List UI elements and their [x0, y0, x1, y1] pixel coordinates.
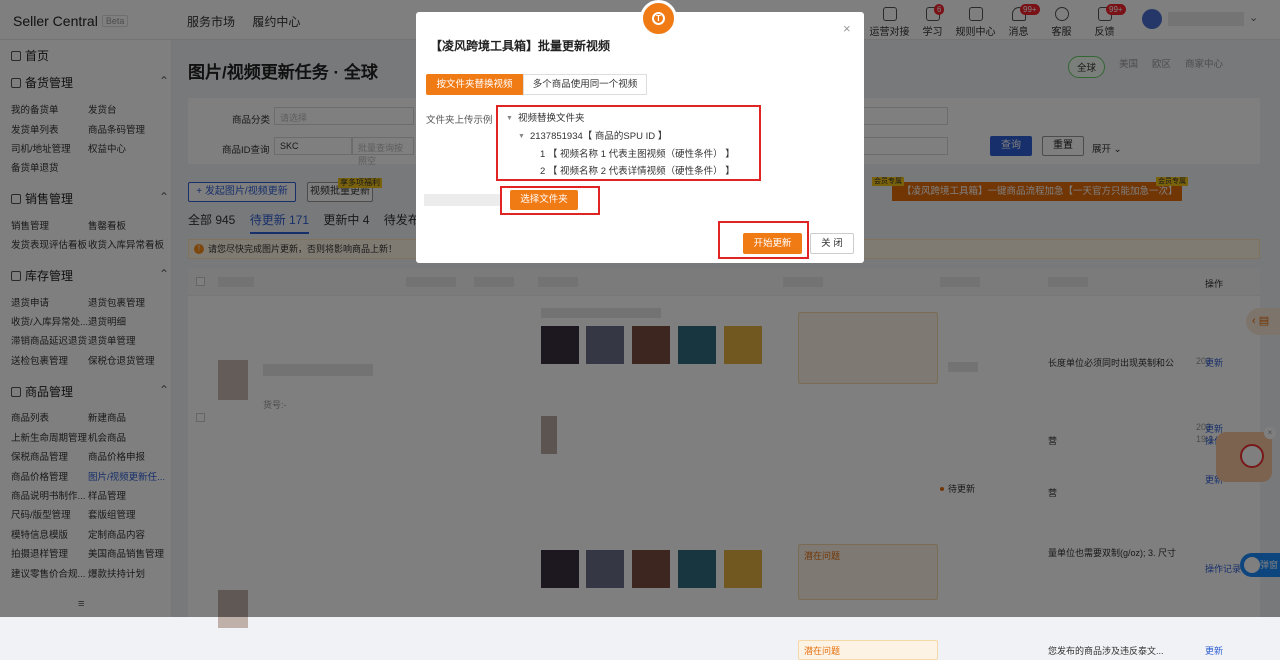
tree-root-label: 视频替换文件夹 — [517, 113, 585, 124]
example-label: 文件夹上传示例 — [426, 115, 493, 126]
close-icon[interactable]: × — [843, 21, 851, 36]
tree-child-label: 2137851934【 商品的SPU ID 】 — [529, 131, 668, 142]
batch-update-video-modal: 【凌风跨境工具箱】批量更新视频 × 按文件夹替换视频 多个商品使用同一个视频 文… — [416, 12, 864, 263]
tree-child[interactable]: ▼ 2137851934【 商品的SPU ID 】 — [518, 128, 667, 142]
caret-down-icon: ▼ — [506, 115, 513, 122]
tree-leaf-2: 2 【 视频名称 2 代表详情视频（硬性条件） 】 — [540, 166, 735, 177]
caret-down-icon: ▼ — [518, 133, 525, 140]
row-note: 您发布的商品涉及违反泰文... — [1048, 646, 1164, 656]
select-folder-button[interactable]: 选择文件夹 — [510, 190, 578, 210]
potential-issue-label: 潜在问题 — [804, 646, 841, 656]
start-update-button[interactable]: 开始更新 — [743, 233, 802, 254]
tab-folder-replace[interactable]: 按文件夹替换视频 — [426, 74, 523, 95]
folder-path-redacted — [424, 194, 500, 206]
modal-title: 【凌风跨境工具箱】批量更新视频 — [430, 39, 611, 53]
tree-leaf-1: 1 【 视频名称 1 代表主图视频（硬性条件） 】 — [540, 149, 735, 160]
tab-same-video[interactable]: 多个商品使用同一个视频 — [523, 74, 647, 95]
close-modal-button[interactable]: 关 闭 — [810, 233, 854, 254]
toolbox-logo: T — [640, 0, 677, 37]
toolbox-logo-icon: T — [652, 12, 665, 25]
tree-root[interactable]: ▼ 视频替换文件夹 — [506, 110, 584, 124]
update-link[interactable]: 更新 — [1205, 644, 1223, 657]
